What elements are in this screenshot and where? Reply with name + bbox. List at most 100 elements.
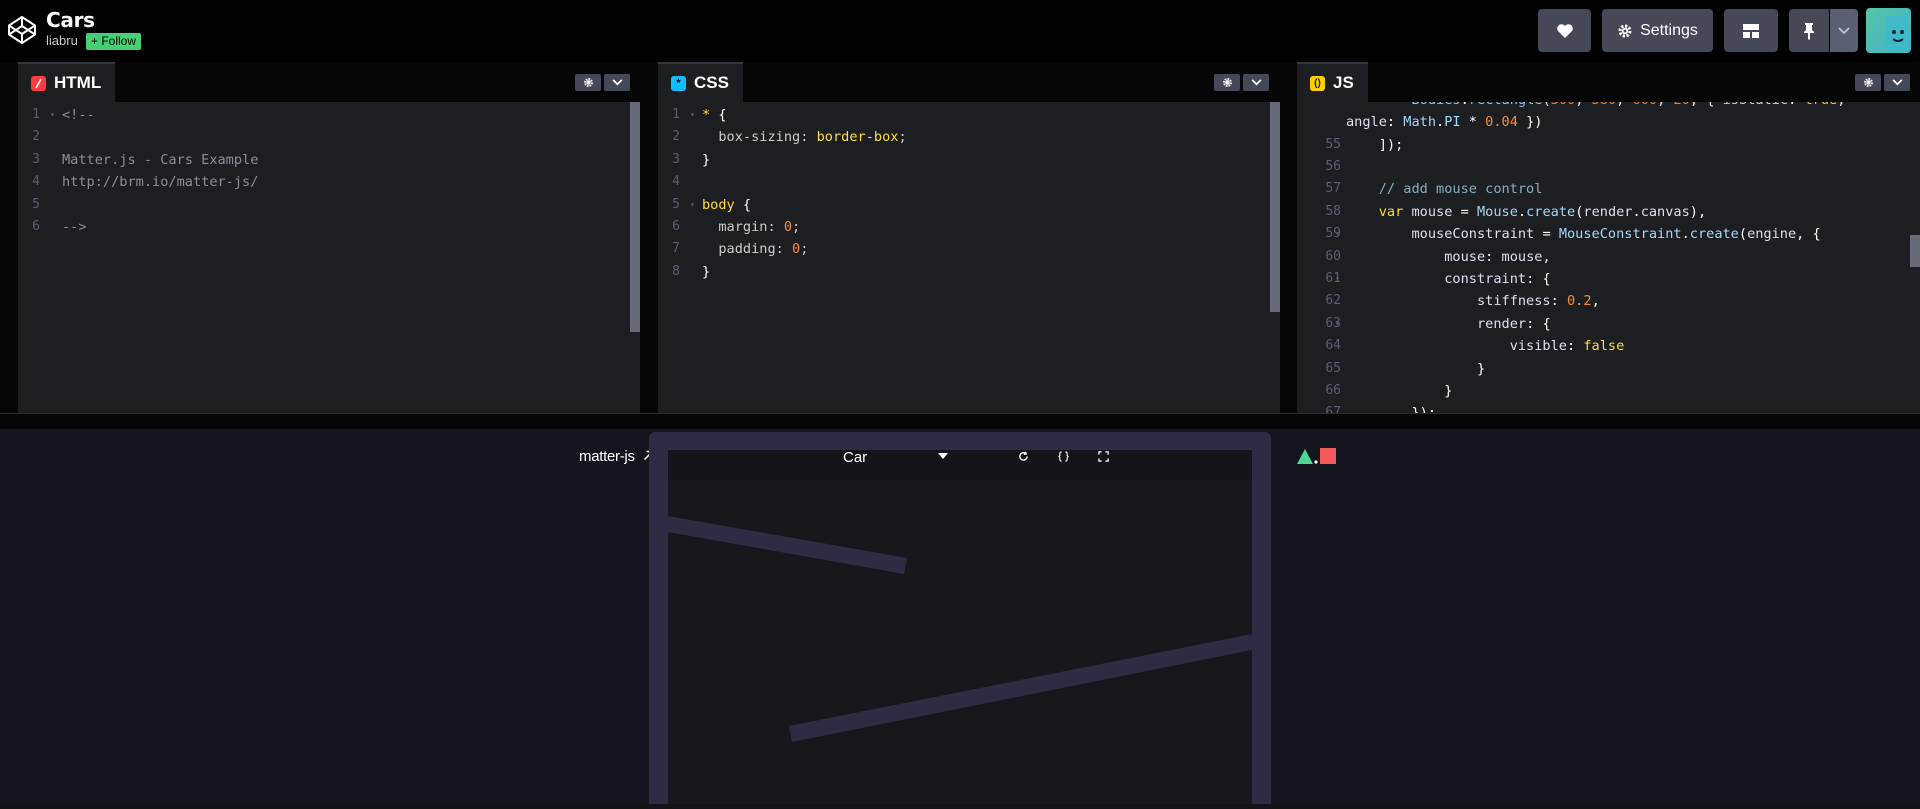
js-identifier: constraint (1444, 270, 1527, 287)
editor-resize-handle[interactable] (0, 413, 1920, 429)
fold-arrow-icon: ▾ (1335, 318, 1340, 328)
js-punct: ; (1428, 405, 1436, 413)
css-collapse-button[interactable] (1243, 74, 1269, 91)
css-selector: * (702, 107, 711, 123)
follow-button[interactable]: + Follow (86, 33, 142, 50)
line-number: 60 (1325, 248, 1341, 264)
css-property: margin (718, 219, 768, 235)
line-number: 5 (32, 196, 40, 212)
tab-html[interactable]: HTML (18, 62, 116, 102)
html-collapse-button[interactable] (604, 74, 630, 91)
js-identifier: visible (1509, 338, 1567, 355)
js-number: 0.04 (1485, 114, 1518, 130)
physics-canvas[interactable] (668, 450, 1252, 804)
line-number: 3 (32, 151, 40, 167)
js-identifier: engine (1747, 226, 1797, 243)
js-comment: // add mouse control (1346, 181, 1543, 198)
js-punct: : (1550, 293, 1559, 310)
css-property: padding (718, 241, 776, 258)
js-punct: ] (1378, 136, 1387, 153)
dropdown-caret-icon (938, 453, 948, 459)
change-view-button[interactable] (1724, 9, 1778, 52)
html-editor[interactable]: HTML 1 ▾ <!-- 2 3 Matter.js - Cars Example 4 ht… (18, 62, 640, 413)
js-punct: . (1632, 203, 1641, 220)
css-icon: * (671, 75, 686, 91)
fold-arrow-icon: ▾ (690, 199, 695, 209)
html-settings-button[interactable] (575, 74, 601, 91)
js-punct: , (1657, 102, 1665, 108)
js-collapse-button[interactable] (1884, 74, 1910, 91)
inspect-button[interactable] (1052, 445, 1074, 467)
code-line: stiffness: 0.2, (1346, 290, 1600, 312)
js-code[interactable]: Bodies.rectangle(300, 580, 600, 20, { is… (1297, 102, 1920, 413)
js-punct: : (1526, 270, 1535, 287)
js-icon: () (1310, 75, 1325, 91)
pen-author[interactable]: liabru (46, 33, 78, 48)
line-number: 67 (1325, 405, 1341, 413)
fullscreen-button[interactable] (1092, 445, 1114, 467)
css-code[interactable]: 1 ▾ * {2 box-sizing: border-box; 3} 4 5 ▾ body … (658, 102, 1280, 413)
code-line: http://brm.io/matter-js/ (62, 174, 259, 191)
line-number: 2 (672, 129, 680, 145)
js-punct: , (1837, 102, 1845, 108)
js-identifier: render (1476, 315, 1527, 332)
line-number: 6 (32, 219, 40, 234)
js-punct: * (1468, 114, 1477, 130)
static-ramp-top (668, 516, 907, 574)
css-value: 0 (792, 241, 801, 258)
js-punct: = (1460, 203, 1469, 220)
code-line: } (702, 149, 710, 171)
fold-arrow-icon: ▾ (1335, 273, 1340, 283)
avatar[interactable] (1866, 8, 1911, 53)
line-number: 4 (672, 174, 680, 190)
js-settings-button[interactable] (1855, 74, 1881, 91)
js-scrollbar[interactable] (1910, 235, 1920, 267)
header: Cars liabru + Follow Settings (0, 0, 1920, 62)
fold-arrow-icon: ▾ (1335, 229, 1340, 239)
html-scrollbar[interactable] (630, 102, 640, 332)
js-punct: : (1386, 114, 1396, 130)
line-number: 5 (672, 196, 680, 212)
chevron-down-icon (1892, 79, 1902, 86)
gear-icon (1618, 24, 1632, 37)
css-value: 0 (783, 219, 793, 235)
html-code[interactable]: 1 ▾ <!-- 2 3 Matter.js - Cars Example 4 http://… (18, 102, 640, 413)
css-editor[interactable]: * CSS 1 ▾ * {2 box-sizing: border-box; 3} 4 5… (658, 62, 1280, 413)
js-punct: = (1542, 226, 1551, 243)
pin-icon (1804, 22, 1814, 40)
js-punct: { (1706, 102, 1714, 108)
heart-button[interactable] (1538, 9, 1591, 52)
pin-dropdown-button[interactable] (1830, 9, 1858, 52)
js-punct: ( (1738, 226, 1748, 243)
code-line: Matter.js - Cars Example (62, 151, 259, 168)
js-punct: . (1461, 102, 1469, 108)
matter-tools-icon[interactable] (1296, 447, 1341, 465)
js-editor[interactable]: () JS Bodies.rectangle(300, 580, 600, 20… (1297, 62, 1920, 413)
reset-button[interactable] (1012, 445, 1034, 467)
inspect-icon (1057, 450, 1069, 462)
pin-button[interactable] (1789, 9, 1829, 52)
code-line: } (1346, 358, 1485, 380)
line-number: 2 (32, 129, 40, 145)
js-punct: , (1542, 248, 1551, 265)
css-scrollbar[interactable] (1270, 102, 1280, 312)
settings-button[interactable]: Settings (1602, 9, 1713, 52)
matter-js-link[interactable]: matter-js (579, 448, 654, 465)
js-tabbar: () JS (1297, 62, 1920, 102)
codepen-logo-icon[interactable] (6, 14, 38, 46)
demo-toolbar (668, 450, 1252, 480)
tab-css[interactable]: * CSS (658, 62, 743, 102)
line-number: 4 (32, 174, 40, 190)
tab-js[interactable]: () JS (1297, 62, 1368, 102)
css-settings-button[interactable] (1214, 74, 1240, 91)
js-identifier: mouse (1444, 248, 1486, 265)
demo-select-value: Car (843, 448, 868, 466)
line-number: 65 (1325, 360, 1341, 376)
js-identifier: mouse (1411, 203, 1453, 220)
demo-select[interactable]: Car (843, 443, 958, 471)
code-line: box-sizing: border-box; (718, 129, 907, 146)
pen-title[interactable]: Cars (46, 8, 95, 32)
layout-grid-icon (1743, 23, 1759, 38)
js-punct: : (1788, 102, 1796, 108)
js-keyword: var (1378, 203, 1404, 220)
